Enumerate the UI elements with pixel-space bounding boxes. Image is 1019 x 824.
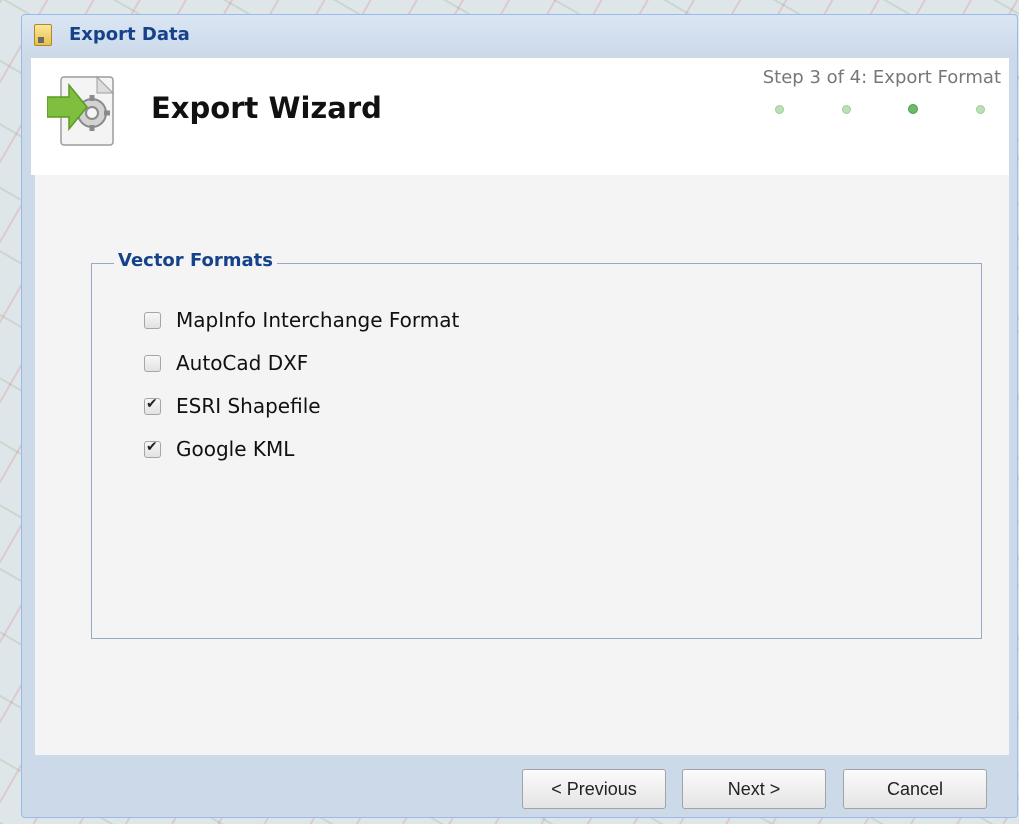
vector-formats-fieldset: Vector Formats MapInfo Interchange Forma…	[91, 250, 982, 639]
autocad-dxf-checkbox[interactable]	[144, 354, 161, 372]
zip-file-icon	[34, 24, 52, 46]
option-mapinfo[interactable]: MapInfo Interchange Format	[144, 308, 459, 332]
option-label: MapInfo Interchange Format	[176, 308, 460, 332]
panel-divider	[31, 175, 35, 755]
previous-button[interactable]: < Previous	[522, 769, 666, 809]
step-dot-4	[976, 105, 985, 114]
cancel-button[interactable]: Cancel	[843, 769, 987, 809]
option-google-kml[interactable]: Google KML	[144, 437, 294, 461]
window-titlebar[interactable]: Export Data	[22, 15, 1017, 57]
step-dot-1	[775, 105, 784, 114]
window-title: Export Data	[69, 24, 190, 45]
wizard-panel: Export Wizard Step 3 of 4: Export Format…	[31, 58, 1009, 755]
step-dot-3	[908, 104, 918, 114]
google-kml-checkbox[interactable]	[144, 439, 161, 458]
wizard-footer: < Previous Next > Cancel	[31, 755, 1009, 815]
option-label: ESRI Shapefile	[176, 394, 321, 418]
step-dot-2	[842, 105, 851, 114]
export-data-window: Export Data Export Wizard Step 3 of 4: E…	[21, 14, 1018, 818]
wizard-title: Export Wizard	[151, 91, 382, 125]
fieldset-legend: Vector Formats	[114, 250, 277, 271]
mapinfo-checkbox[interactable]	[144, 311, 161, 329]
option-label: AutoCad DXF	[176, 351, 309, 375]
step-progress-dots	[773, 104, 1003, 117]
option-autocad-dxf[interactable]: AutoCad DXF	[144, 351, 308, 375]
esri-shapefile-checkbox[interactable]	[144, 396, 161, 415]
option-label: Google KML	[176, 437, 295, 461]
export-gear-icon	[47, 75, 115, 146]
step-indicator-text: Step 3 of 4: Export Format	[762, 67, 1001, 88]
wizard-header: Export Wizard Step 3 of 4: Export Format	[31, 58, 1009, 175]
option-esri-shapefile[interactable]: ESRI Shapefile	[144, 394, 321, 418]
next-button[interactable]: Next >	[682, 769, 826, 809]
